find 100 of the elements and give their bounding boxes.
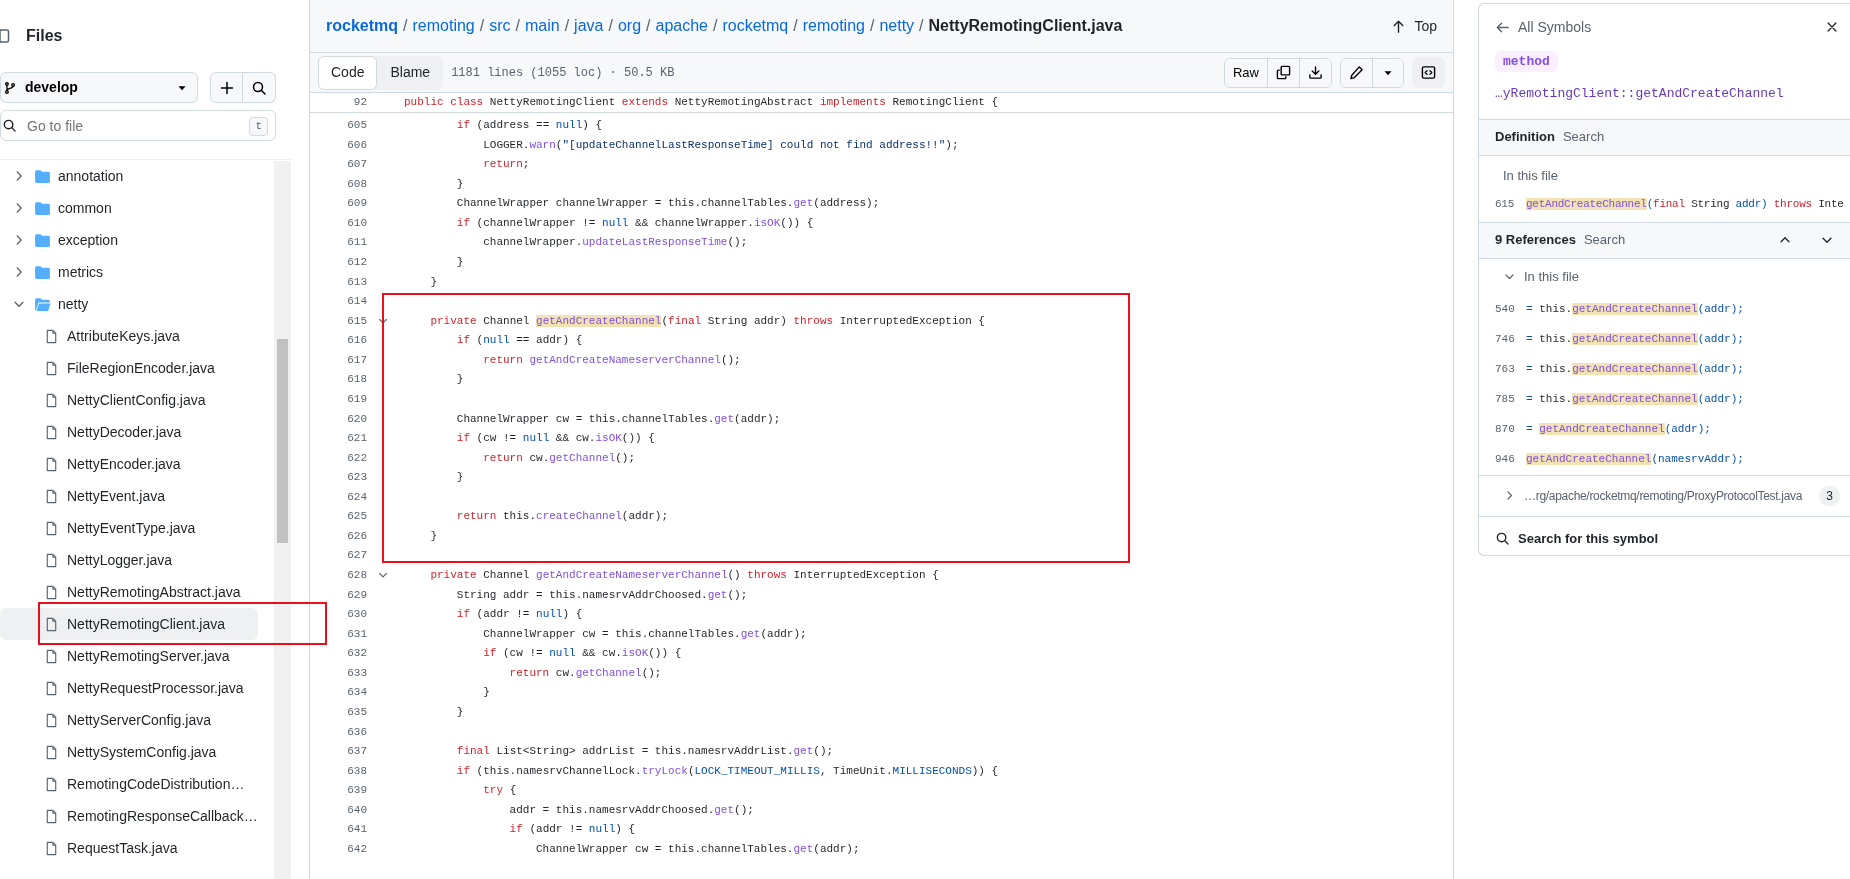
file-item[interactable]: RequestTask.java: [0, 832, 258, 864]
file-icon: [44, 520, 59, 536]
code-line[interactable]: getAndCreateChannel(final String addr) throws Inte: [1526, 196, 1844, 213]
breadcrumb-link[interactable]: rocketmq: [326, 14, 399, 38]
file-item[interactable]: NettyClientConfig.java: [0, 384, 258, 416]
folder-item[interactable]: exception: [0, 224, 258, 256]
reference-group[interactable]: …rg/apache/rocketmq/remoting/ProxyProtocolTest.java 3: [1479, 474, 1850, 516]
line-number: 625: [346, 509, 367, 525]
branch-selector[interactable]: develop: [0, 72, 198, 103]
code-line: return this.createChannel(addr);: [455, 509, 669, 525]
folder-item[interactable]: common: [0, 192, 258, 224]
code-line: LOGGER.warn("[updateChannelLastResponseTime] could not find address!!");: [482, 137, 959, 153]
code-line: if (addr != null) {: [508, 822, 636, 838]
file-item[interactable]: NettyServerConfig.java: [0, 704, 258, 736]
breadcrumb-link[interactable]: rocketmq: [722, 14, 789, 38]
file-item[interactable]: NettyRequestProcessor.java: [0, 672, 258, 704]
add-file-button[interactable]: [210, 72, 243, 103]
folder-item[interactable]: metrics: [0, 256, 258, 288]
code-line: return cw.getChannel();: [508, 665, 662, 681]
search-button[interactable]: [243, 72, 276, 103]
search-link[interactable]: Search: [1583, 230, 1626, 250]
line-number: 623: [346, 470, 367, 486]
line-number: 606: [346, 137, 367, 153]
code-line[interactable]: = this.getAndCreateChannel(addr);: [1526, 391, 1744, 408]
breadcrumb-link[interactable]: java: [574, 14, 604, 38]
file-item[interactable]: NettySystemConfig.java: [0, 736, 258, 768]
breadcrumb-link[interactable]: src: [489, 14, 511, 38]
code-line: if (cw != null && cw.isOK()) {: [482, 646, 682, 662]
line-number: 628: [346, 568, 367, 584]
code-line: }: [455, 255, 464, 271]
line-number: 620: [346, 411, 367, 427]
line-number: 785: [1495, 392, 1516, 408]
file-item[interactable]: FileRegionEncoder.java: [0, 352, 258, 384]
code-line: return;: [482, 157, 530, 173]
path-separator: /: [608, 16, 613, 36]
line-number: 630: [346, 607, 367, 623]
scrollbar[interactable]: [274, 161, 291, 879]
file-icon: [44, 488, 59, 504]
search-icon: [2, 118, 17, 133]
pencil-icon: [1349, 65, 1364, 80]
code-line[interactable]: = this.getAndCreateChannel(addr);: [1526, 361, 1744, 378]
breadcrumb-link[interactable]: netty: [879, 14, 915, 38]
file-item[interactable]: NettyRemotingServer.java: [0, 640, 258, 672]
code-line[interactable]: getAndCreateChannel(namesrvAddr);: [1526, 451, 1744, 468]
branch-icon: [3, 80, 17, 95]
code-line: }: [455, 176, 464, 192]
code-line[interactable]: = this.getAndCreateChannel(addr);: [1526, 301, 1744, 318]
search-symbol-link[interactable]: Search for this symbol: [1479, 515, 1850, 555]
symbols-panel-button[interactable]: [1412, 57, 1445, 88]
file-item[interactable]: NettyRemotingClient.java: [0, 608, 258, 640]
file-icon: [44, 328, 59, 344]
search-link[interactable]: Search: [1562, 127, 1605, 147]
code-line: try {: [482, 783, 517, 799]
file-item[interactable]: RemotingCodeDistribution…: [0, 768, 258, 800]
code-line[interactable]: = this.getAndCreateChannel(addr);: [1526, 331, 1744, 348]
line-number: 617: [346, 352, 367, 368]
code-line: if (null == addr) {: [455, 333, 583, 349]
reference-group[interactable]: In this file: [1479, 258, 1850, 295]
file-item[interactable]: AttributeKeys.java: [0, 320, 258, 352]
file-item[interactable]: NettyDecoder.java: [0, 416, 258, 448]
search-icon: [251, 79, 267, 96]
breadcrumb-link[interactable]: remoting: [802, 14, 865, 38]
back-link[interactable]: All Symbols: [1495, 16, 1592, 38]
breadcrumb-link[interactable]: apache: [655, 14, 708, 38]
file-item[interactable]: NettyLogger.java: [0, 544, 258, 576]
breadcrumb-link[interactable]: org: [617, 14, 642, 38]
breadcrumb-link[interactable]: main: [524, 14, 560, 38]
code-line: ChannelWrapper cw = this.channelTables.get(addr);: [455, 411, 781, 427]
code-line: return getAndCreateNameserverChannel();: [482, 352, 741, 368]
line-number: 618: [346, 372, 367, 388]
sidebar-title: Files: [26, 26, 63, 46]
file-item[interactable]: NettyRemotingAbstract.java: [0, 576, 258, 608]
line-number: 637: [346, 744, 367, 760]
file-info: 1181 lines (1055 loc) · 50.5 KB: [451, 64, 675, 82]
line-number: 629: [346, 587, 367, 603]
download-button[interactable]: [1299, 58, 1331, 87]
line-number: 763: [1495, 362, 1516, 378]
file-item[interactable]: NettyEncoder.java: [0, 448, 258, 480]
breadcrumb-link[interactable]: remoting: [412, 14, 475, 38]
code-line: if (address == null) {: [455, 118, 603, 134]
folder-item[interactable]: annotation: [0, 160, 258, 192]
folder-icon: [34, 231, 51, 249]
code-line: if (cw != null && cw.isOK()) {: [455, 431, 655, 447]
path-separator: /: [564, 16, 570, 36]
view-tab[interactable]: Blame: [377, 55, 444, 90]
top-link[interactable]: Top: [1391, 15, 1437, 37]
path-separator: /: [713, 16, 718, 36]
line-number: 627: [346, 548, 367, 564]
folder-icon: [34, 263, 51, 281]
file-item[interactable]: NettyEventType.java: [0, 512, 258, 544]
code-line: if (channelWrapper != null && channelWrapper.isOK()) {: [455, 215, 814, 231]
file-item[interactable]: RemotingResponseCallback…: [0, 800, 258, 832]
line-number: 613: [346, 274, 367, 290]
code-line: }: [482, 685, 490, 701]
view-tab[interactable]: Code: [318, 55, 378, 90]
shortcut-key: t: [249, 117, 268, 136]
file-item[interactable]: NettyEvent.java: [0, 480, 258, 512]
path-separator: /: [793, 16, 798, 36]
folder-item[interactable]: netty: [0, 288, 258, 320]
code-line: final List<String> addrList = this.namesrvAddrList.get();: [455, 744, 834, 760]
